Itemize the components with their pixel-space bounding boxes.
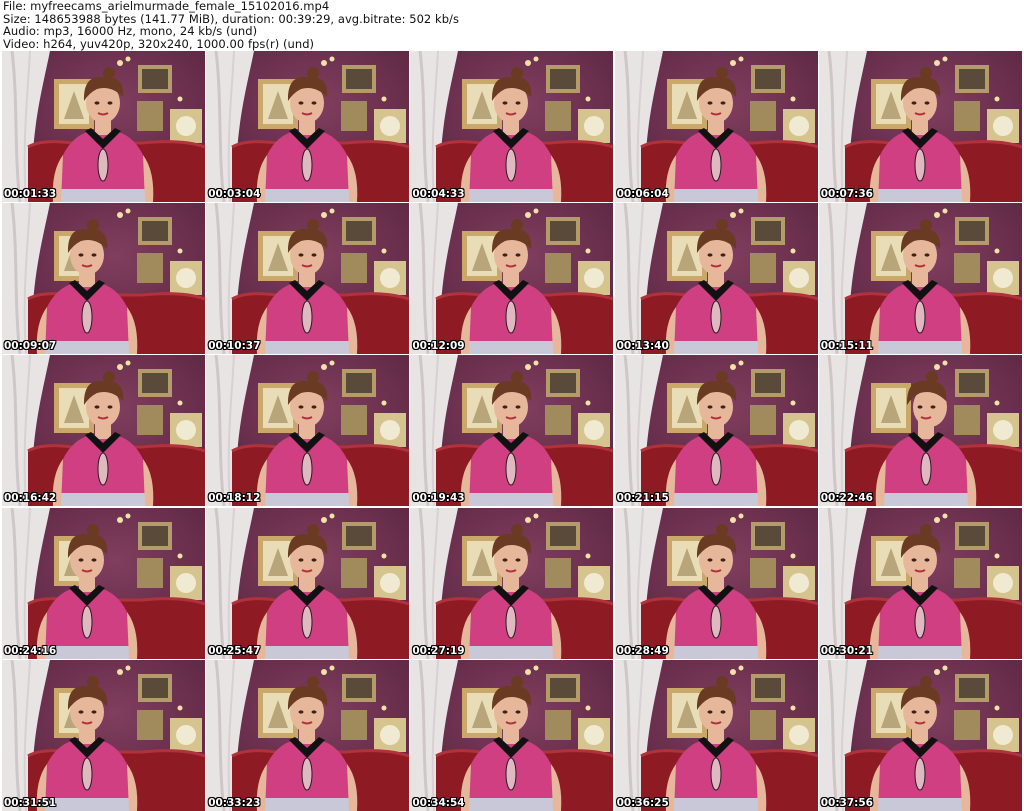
video-frame-image — [206, 659, 410, 811]
timestamp-label: 00:34:54 — [412, 796, 465, 809]
timestamp-label: 00:03:04 — [208, 188, 261, 200]
timestamp-label: 00:04:33 — [412, 188, 465, 200]
video-thumbnail: 00:07:36 — [818, 51, 1022, 202]
video-frame-image — [2, 507, 205, 659]
timestamp-label: 00:28:49 — [616, 644, 669, 657]
video-info-line: Video: h264, yuv420p, 320x240, 1000.00 f… — [3, 36, 315, 51]
video-frame-image — [2, 355, 205, 507]
timestamp-label: 00:10:37 — [208, 340, 261, 353]
timestamp-label: 00:15:11 — [820, 340, 873, 353]
video-frame-image — [410, 203, 614, 355]
timestamp-label: 00:07:36 — [820, 188, 873, 200]
video-thumbnail: 00:13:40 — [614, 203, 818, 355]
timestamp-label: 00:09:07 — [4, 340, 57, 353]
video-thumbnail: 00:22:46 — [818, 355, 1022, 507]
video-thumbnail: 00:01:33 — [2, 51, 205, 202]
video-frame-image — [614, 355, 818, 507]
video-frame-image — [206, 51, 410, 202]
video-thumbnail: 00:25:47 — [206, 507, 410, 659]
timestamp-label: 00:24:16 — [4, 644, 57, 657]
timestamp-label: 00:18:12 — [208, 492, 261, 505]
video-thumbnail: 00:09:07 — [2, 203, 205, 355]
video-frame-image — [206, 355, 410, 507]
video-thumbnail: 00:37:56 — [818, 659, 1022, 811]
video-thumbnail: 00:33:23 — [206, 659, 410, 811]
thumbnail-grid: 00:01:33 00:03:04 00:04:33 00:06:04 00:0… — [2, 51, 1022, 811]
video-thumbnail: 00:19:43 — [410, 355, 614, 507]
timestamp-label: 00:01:33 — [4, 188, 57, 200]
video-frame-image — [2, 659, 205, 811]
video-thumbnail: 00:06:04 — [614, 51, 818, 202]
video-thumbnail: 00:31:51 — [2, 659, 205, 811]
timestamp-label: 00:21:15 — [616, 492, 669, 505]
video-thumbnail: 00:16:42 — [2, 355, 205, 507]
video-thumbnail: 00:36:25 — [614, 659, 818, 811]
timestamp-label: 00:31:51 — [4, 796, 57, 809]
timestamp-label: 00:36:25 — [616, 796, 669, 809]
audio-info-line: Audio: mp3, 16000 Hz, mono, 24 kb/s (und… — [3, 24, 258, 39]
file-name-line: File: myfreecams_arielmurmade_female_151… — [3, 0, 330, 13]
timestamp-label: 00:25:47 — [208, 644, 261, 657]
timestamp-label: 00:37:56 — [820, 796, 873, 809]
video-frame-image — [614, 203, 818, 355]
video-frame-image — [818, 355, 1022, 507]
timestamp-label: 00:33:23 — [208, 796, 261, 809]
timestamp-label: 00:19:43 — [412, 492, 465, 505]
video-thumbnail: 00:21:15 — [614, 355, 818, 507]
video-frame-image — [2, 51, 205, 202]
video-thumbnail: 00:24:16 — [2, 507, 205, 659]
file-info-header: File: myfreecams_arielmurmade_female_151… — [3, 0, 1021, 50]
video-frame-image — [206, 203, 410, 355]
timestamp-label: 00:30:21 — [820, 644, 873, 657]
video-thumbnail: 00:28:49 — [614, 507, 818, 659]
video-thumbnail: 00:10:37 — [206, 203, 410, 355]
video-frame-image — [410, 51, 614, 202]
video-thumbnail: 00:18:12 — [206, 355, 410, 507]
timestamp-label: 00:06:04 — [616, 188, 669, 200]
timestamp-label: 00:22:46 — [820, 492, 873, 505]
video-frame-image — [818, 507, 1022, 659]
video-frame-image — [410, 355, 614, 507]
video-thumbnail: 00:03:04 — [206, 51, 410, 202]
video-frame-image — [614, 659, 818, 811]
video-thumbnail: 00:12:09 — [410, 203, 614, 355]
timestamp-label: 00:13:40 — [616, 340, 669, 353]
video-frame-image — [2, 203, 205, 355]
video-frame-image — [818, 51, 1022, 202]
video-frame-image — [206, 507, 410, 659]
video-thumbnail: 00:30:21 — [818, 507, 1022, 659]
timestamp-label: 00:27:19 — [412, 644, 465, 657]
video-frame-image — [614, 507, 818, 659]
video-frame-image — [818, 203, 1022, 355]
video-frame-image — [410, 507, 614, 659]
video-frame-image — [818, 659, 1022, 811]
video-thumbnail: 00:04:33 — [410, 51, 614, 202]
video-frame-image — [614, 51, 818, 202]
timestamp-label: 00:16:42 — [4, 492, 57, 505]
video-thumbnail: 00:27:19 — [410, 507, 614, 659]
timestamp-label: 00:12:09 — [412, 340, 465, 353]
video-frame-image — [410, 659, 614, 811]
video-thumbnail: 00:15:11 — [818, 203, 1022, 355]
video-thumbnail: 00:34:54 — [410, 659, 614, 811]
